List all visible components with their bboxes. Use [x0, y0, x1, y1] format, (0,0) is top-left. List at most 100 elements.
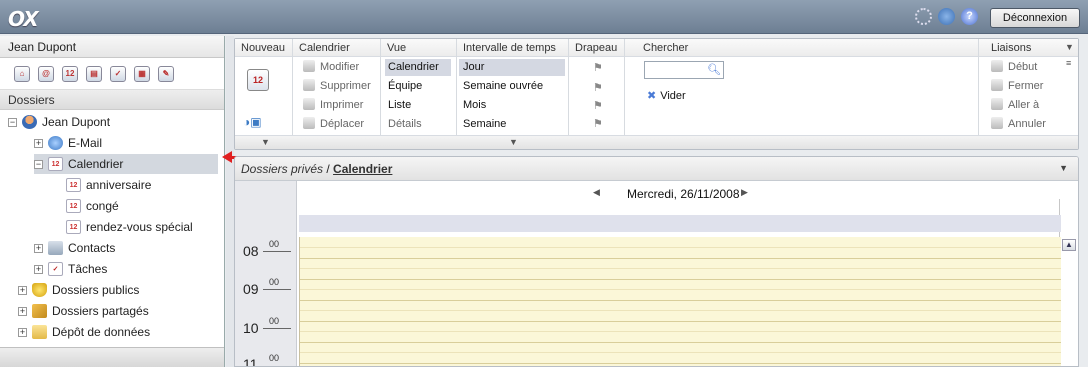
all-day-row[interactable]	[299, 215, 1061, 232]
logout-button[interactable]: Déconnexion	[990, 8, 1080, 28]
link-icon	[991, 79, 1003, 91]
home-icon[interactable]: ⌂	[14, 65, 30, 82]
previous-day-icon[interactable]: ◀	[593, 187, 600, 198]
tree-node-label: anniversaire	[86, 178, 152, 192]
tasks-icon: ✓	[48, 262, 63, 276]
clear-search-label: Vider	[660, 90, 686, 102]
toolbar-group-vue: Vue Calendrier Équipe Liste Détails	[381, 39, 457, 149]
tree-node-taches[interactable]: + ✓ Tâches	[34, 259, 107, 279]
flag-icon[interactable]: ⚑	[593, 81, 603, 94]
flag-icon[interactable]: ⚑	[593, 99, 603, 112]
tasks-icon[interactable]: ✓	[110, 65, 126, 82]
flag-icon[interactable]: ⚑	[593, 117, 603, 130]
tree-node-depot-de-donnees[interactable]: + Dépôt de données	[18, 322, 150, 342]
tree-node-label: E-Mail	[68, 136, 103, 150]
next-day-icon[interactable]: ▶	[741, 187, 748, 198]
half-hour-line	[300, 331, 1061, 332]
link-cancel-button[interactable]: Annuler	[991, 116, 1046, 133]
chevron-down-icon[interactable]: ▼	[261, 137, 270, 147]
collapse-icon[interactable]: −	[8, 117, 17, 127]
tree-node-email[interactable]: + E-Mail	[34, 133, 102, 153]
calendar-icon: 12	[66, 178, 81, 192]
hour-line	[300, 321, 1061, 322]
hour-line	[300, 300, 1061, 301]
tree-node-dossiers-publics[interactable]: + Dossiers publics	[18, 280, 139, 300]
time-column	[235, 181, 297, 366]
modify-label: Modifier	[320, 61, 360, 73]
search-input[interactable]: 🔍︎	[644, 61, 724, 79]
tree-node-calendrier[interactable]: − 12 Calendrier	[34, 154, 218, 174]
group-title: Liaisons	[991, 42, 1032, 54]
link-close-button[interactable]: Fermer	[991, 78, 1043, 95]
link-goto-label: Aller à	[1008, 99, 1040, 111]
refresh-icon[interactable]	[938, 8, 955, 25]
chevron-down-icon[interactable]: ▼	[1065, 42, 1074, 52]
tree-node-rendez-vous-special[interactable]: 12 rendez-vous spécial	[66, 217, 193, 237]
interval-week-option[interactable]: Semaine	[463, 116, 506, 133]
expand-icon[interactable]: +	[34, 138, 43, 148]
settings-icon[interactable]: ✎	[158, 65, 174, 82]
expand-icon[interactable]: +	[34, 264, 43, 274]
group-title: Vue	[387, 42, 407, 54]
modify-button[interactable]: Modifier	[303, 59, 359, 76]
half-hour-line	[300, 268, 1061, 269]
flag-icon[interactable]: ⚑	[593, 61, 603, 74]
module-icon-bar: ⌂ @ 12 ▤ ✓ ▦ ✎	[0, 58, 224, 90]
top-bar: OX ? Déconnexion	[0, 0, 1088, 34]
print-button[interactable]: Imprimer	[303, 97, 363, 114]
half-hour-line	[300, 247, 1061, 248]
link-start-button[interactable]: Début	[991, 59, 1037, 76]
chevron-down-icon[interactable]: ▼	[509, 137, 518, 147]
minute-label: 00	[269, 239, 280, 249]
interval-month-option[interactable]: Mois	[463, 97, 486, 114]
view-team-option[interactable]: Équipe	[388, 78, 422, 95]
tree-node-contacts[interactable]: + Contacts	[34, 238, 115, 258]
expand-icon[interactable]: +	[18, 306, 27, 316]
toolbar-group-empty	[739, 39, 979, 149]
print-label: Imprimer	[320, 99, 364, 111]
interval-workweek-option[interactable]: Semaine ouvrée	[463, 78, 543, 95]
new-appointment-icon[interactable]: 12	[247, 69, 269, 91]
mail-icon	[48, 136, 63, 150]
link-goto-button[interactable]: Aller à	[991, 97, 1039, 114]
mail-icon[interactable]: @	[38, 65, 54, 82]
spinner-icon	[915, 8, 932, 25]
breadcrumb-private-folders[interactable]: Dossiers privés	[241, 162, 323, 176]
search-icon[interactable]: 🔍︎	[707, 63, 721, 76]
collapse-icon[interactable]: −	[34, 159, 43, 169]
tree-node-dossiers-partages[interactable]: + Dossiers partagés	[18, 301, 149, 321]
tree-node-label: Jean Dupont	[42, 115, 111, 129]
new-mail-icon[interactable]: ◑▣	[243, 115, 262, 129]
expand-icon[interactable]: +	[34, 243, 43, 253]
hour-label: 11	[243, 356, 258, 367]
view-calendar-option[interactable]: Calendrier	[385, 59, 451, 76]
day-grid[interactable]	[299, 237, 1061, 366]
menu-icon[interactable]: ≡	[1066, 58, 1071, 68]
clear-search-button[interactable]: ✖ Vider	[647, 89, 686, 102]
view-list-option[interactable]: Liste	[388, 97, 411, 114]
delete-button[interactable]: Supprimer	[303, 78, 371, 95]
scroll-up-button[interactable]: ▲	[1062, 239, 1076, 251]
interval-day-option[interactable]: Jour	[459, 59, 565, 76]
breadcrumb-calendar-link[interactable]: Calendrier	[333, 162, 392, 176]
view-details-option[interactable]: Détails	[388, 116, 422, 133]
toolbar-group-liaisons: Liaisons Début Fermer Aller à Annuler ▼ …	[979, 39, 1079, 149]
expand-icon[interactable]: +	[18, 285, 27, 295]
user-name: Jean Dupont	[0, 36, 224, 58]
calendar-icon[interactable]: 12	[62, 65, 78, 82]
panel-splitter[interactable]	[226, 36, 234, 367]
expand-icon[interactable]: +	[18, 327, 27, 337]
calendar-icon: 12	[48, 157, 63, 171]
chevron-down-icon[interactable]: ▼	[1059, 163, 1068, 173]
contacts-icon[interactable]: ▤	[86, 65, 102, 82]
minute-label: 00	[269, 316, 280, 326]
calendar-panel: Dossiers privés / Calendrier ▼ ◀ Mercred…	[234, 156, 1079, 367]
tree-node-jean-dupont[interactable]: − Jean Dupont	[8, 112, 110, 132]
tree-node-anniversaire[interactable]: 12 anniversaire	[66, 175, 151, 195]
tree-node-conge[interactable]: 12 congé	[66, 196, 119, 216]
help-icon[interactable]: ?	[961, 8, 978, 25]
infostore-icon[interactable]: ▦	[134, 65, 150, 82]
tree-node-label: congé	[86, 199, 119, 213]
move-button[interactable]: Déplacer	[303, 116, 364, 133]
hour-line	[300, 342, 1061, 343]
